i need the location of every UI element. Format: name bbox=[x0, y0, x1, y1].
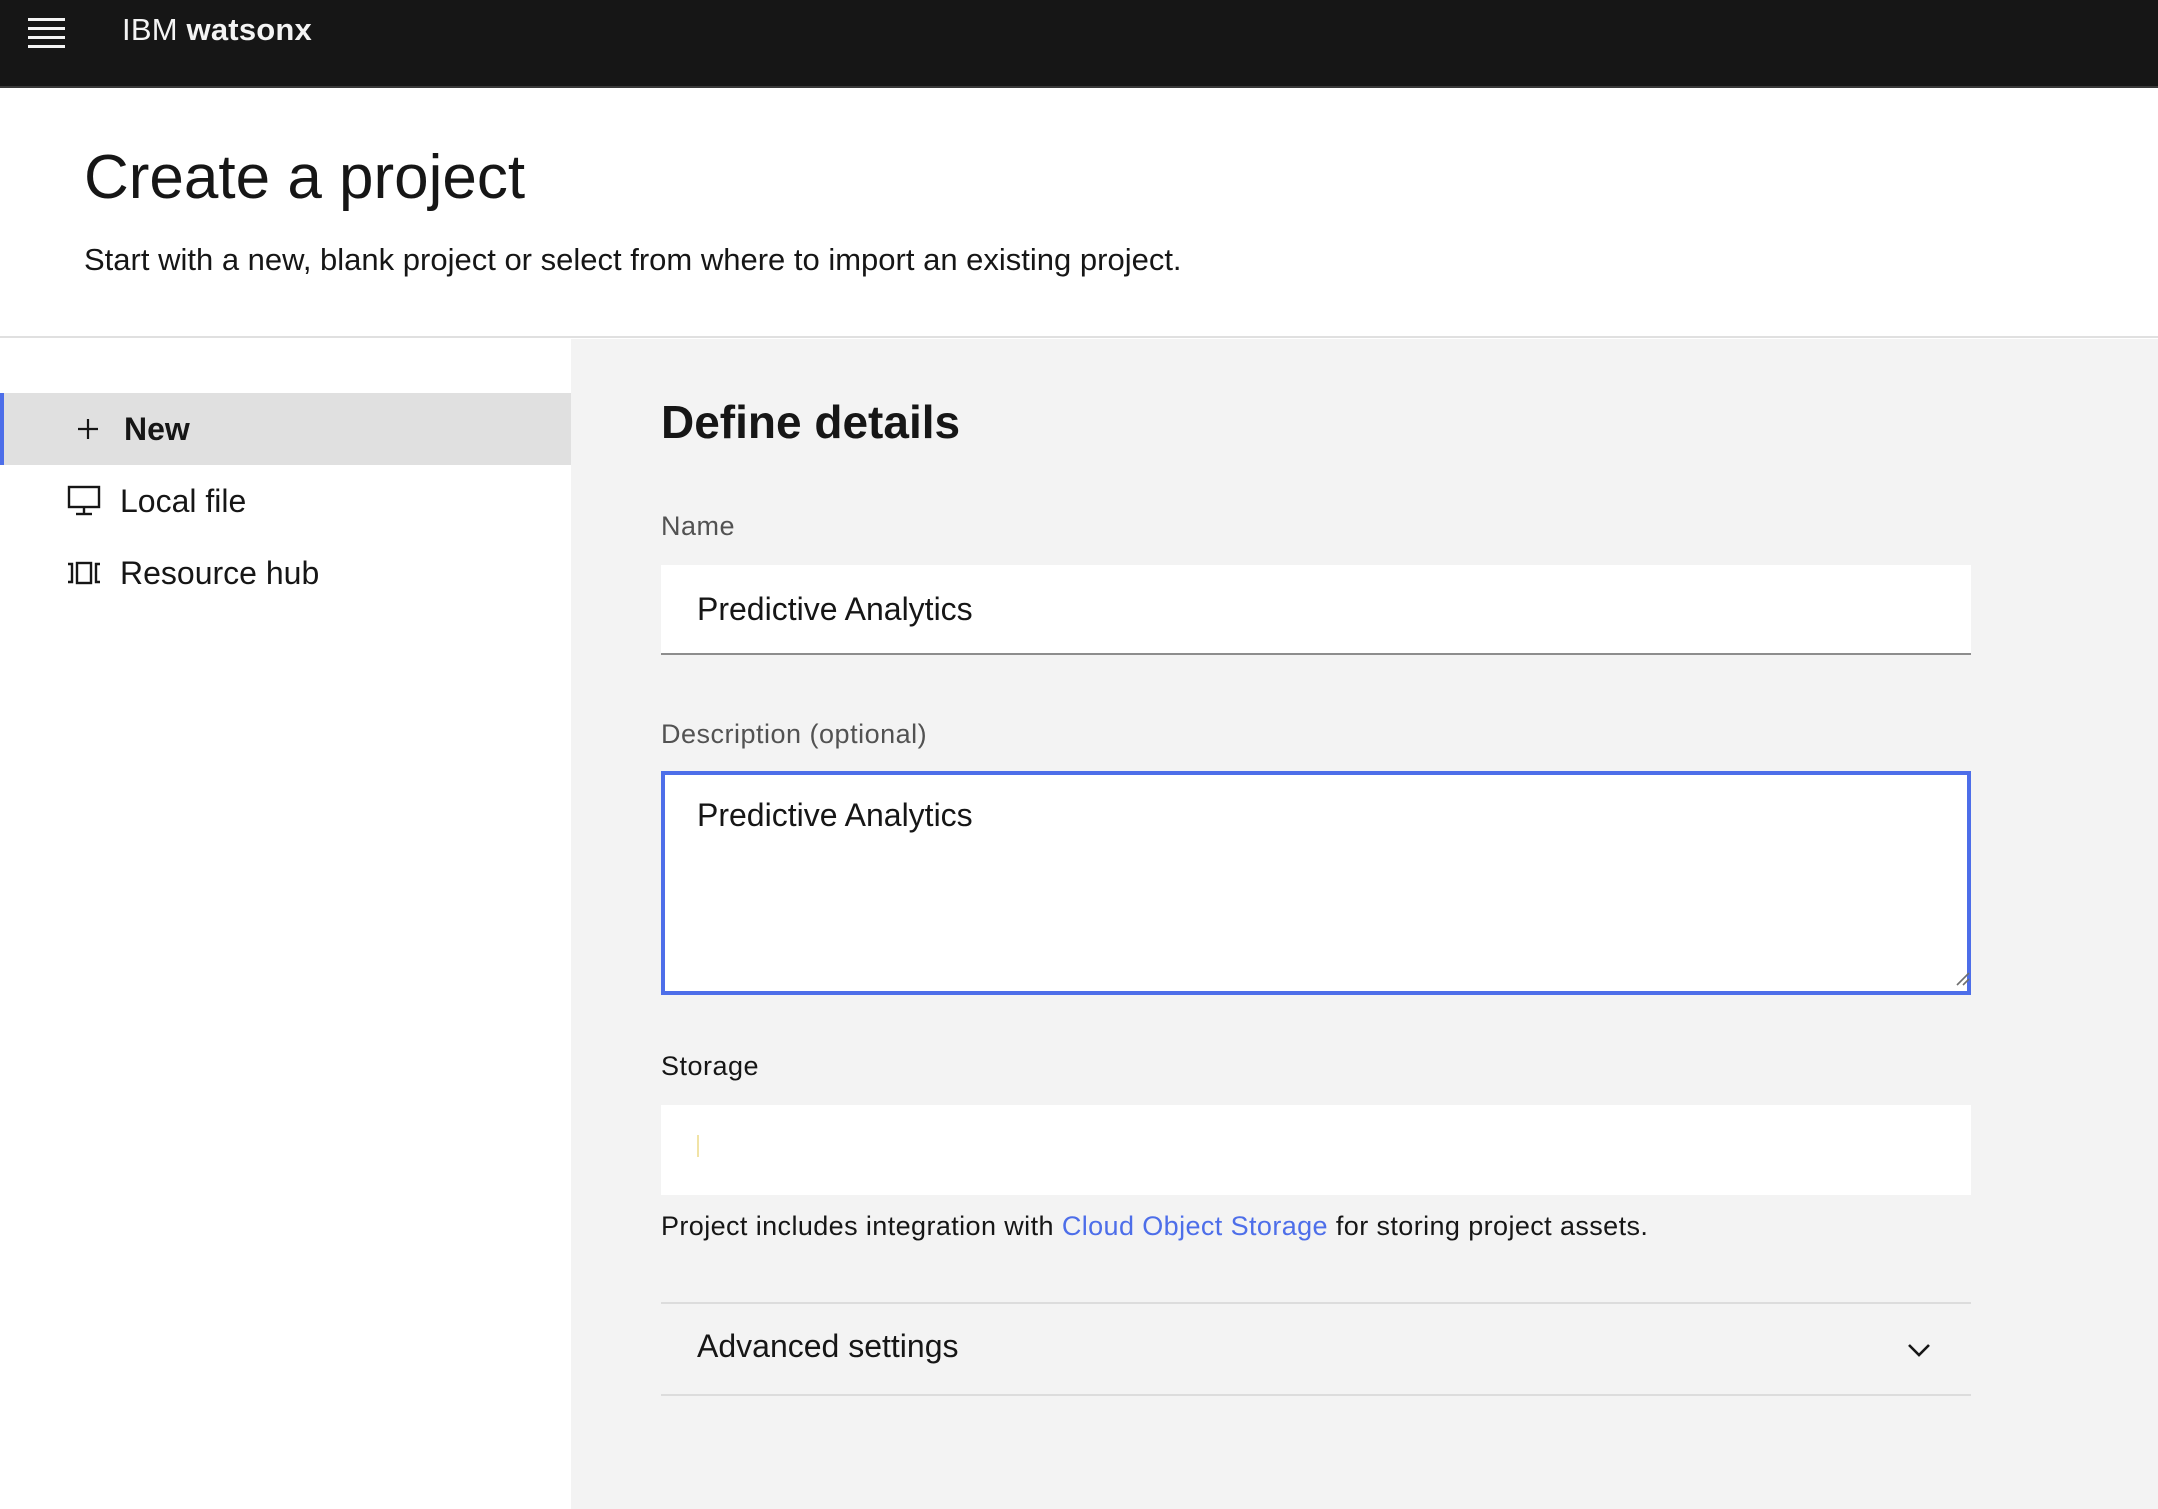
storage-field[interactable] bbox=[661, 1105, 1971, 1195]
monitor-icon bbox=[66, 483, 102, 519]
sidebar-item-label: New bbox=[124, 410, 190, 447]
description-textarea[interactable]: Predictive Analytics bbox=[661, 771, 1971, 995]
hamburger-menu-icon[interactable] bbox=[28, 18, 68, 48]
storage-helper-text: Project includes integration with Cloud … bbox=[661, 1211, 1648, 1242]
name-input[interactable] bbox=[661, 565, 1971, 655]
resize-grip-icon[interactable] bbox=[1951, 967, 1971, 987]
define-details-panel: Define details Name Description (optiona… bbox=[571, 339, 2158, 1509]
brand-logo[interactable]: IBM watsonx bbox=[122, 12, 312, 48]
sidebar-item-new[interactable]: New bbox=[0, 393, 571, 465]
page-subtitle: Start with a new, blank project or selec… bbox=[84, 242, 1182, 277]
top-bar: IBM watsonx bbox=[0, 0, 2158, 88]
plus-icon bbox=[70, 411, 106, 447]
sidebar-item-local-file[interactable]: Local file bbox=[0, 465, 571, 537]
advanced-settings-accordion[interactable]: Advanced settings bbox=[661, 1302, 1971, 1396]
page-header: Create a project Start with a new, blank… bbox=[0, 88, 2158, 338]
brand-prefix: IBM bbox=[122, 12, 178, 47]
sidebar-item-resource-hub[interactable]: Resource hub bbox=[0, 537, 571, 609]
section-title: Define details bbox=[661, 396, 961, 448]
carousel-icon bbox=[66, 555, 102, 591]
advanced-settings-label: Advanced settings bbox=[697, 1328, 959, 1364]
name-label: Name bbox=[661, 511, 736, 541]
helper-suffix: for storing project assets. bbox=[1327, 1211, 1649, 1241]
sidebar-item-label: Local file bbox=[120, 482, 247, 519]
page-title: Create a project bbox=[84, 143, 526, 212]
side-nav: New Local file Resource hub bbox=[0, 339, 571, 1509]
storage-cursor bbox=[697, 1135, 699, 1157]
storage-label: Storage bbox=[661, 1051, 760, 1081]
helper-prefix: Project includes integration with bbox=[661, 1211, 1062, 1241]
chevron-down-icon bbox=[1908, 1344, 1930, 1357]
cloud-object-storage-link[interactable]: Cloud Object Storage bbox=[1062, 1211, 1328, 1241]
sidebar-item-label: Resource hub bbox=[120, 554, 320, 591]
brand-product: watsonx bbox=[186, 12, 312, 47]
description-label: Description (optional) bbox=[661, 719, 928, 749]
